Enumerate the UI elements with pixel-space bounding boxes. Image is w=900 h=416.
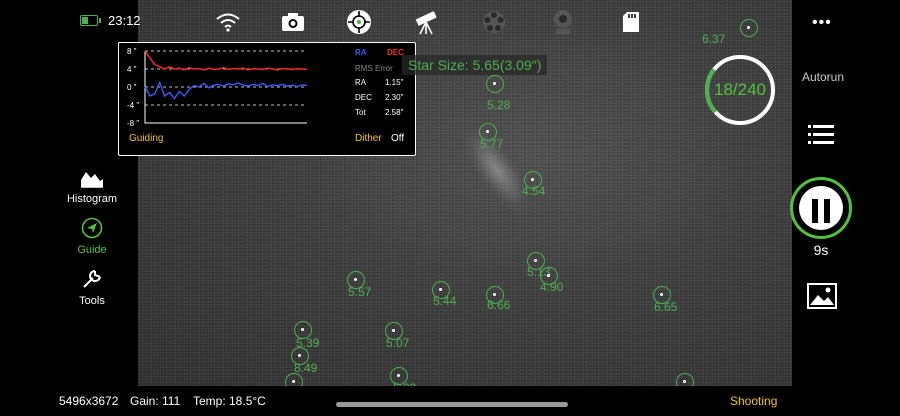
dither-label: Dither [355,133,382,144]
dec-rms-label: DEC [355,93,372,102]
ra-rms-label: RA [355,78,367,87]
star-hfd-label: 6.66 [487,298,511,312]
battery-icon [80,15,101,26]
y-tick-label: -4 " [127,101,139,110]
shooting-status: Shooting [730,394,778,408]
ra-legend: RA [355,48,367,57]
star-hfd-label: 5.57 [348,285,372,299]
pause-bar-right [824,199,830,223]
star-circle [740,19,758,37]
dither-value[interactable]: Off [391,133,404,144]
star-hfd-label: 5.44 [433,294,457,308]
y-tick-label: -8 " [127,119,139,128]
sidebar-item-label: Histogram [66,193,118,205]
info-bar: 5496x3672 Gain: 111 Temp: 18.5°C Shootin… [0,386,900,416]
pause-icon [799,186,843,230]
pause-button[interactable] [790,177,852,239]
ra-series-line [144,80,308,100]
star-hfd-label: 6.65 [654,300,678,314]
countdown: 9s [813,242,829,258]
guide-icon [81,217,103,239]
sequence-list-icon[interactable] [807,123,835,152]
tools-icon [83,270,101,288]
sidebar-item-guide[interactable]: Guide [60,217,124,256]
gallery-icon[interactable] [807,283,837,314]
star-hfd-label: 6.37 [702,32,726,46]
autorun-label[interactable]: Autorun [792,70,854,84]
guiding-status: Guiding [129,133,164,144]
y-tick-label: 0 " [127,83,137,92]
star-hfd-label: 5.07 [386,336,410,350]
ra-rms-value: 1.15" [385,78,404,87]
dec-series-line [144,50,308,71]
home-indicator[interactable] [336,402,568,407]
tot-label: Tot [355,108,366,117]
resolution: 5496x3672 [59,394,119,408]
star-circle [486,75,504,93]
focuser-icon[interactable] [549,8,577,36]
star-hfd-label: 4.54 [522,184,546,198]
tot-value: 2.58" [385,108,404,117]
y-tick-label: 4 " [127,65,137,74]
y-tick-label: 8 " [127,47,137,56]
filter-wheel-icon[interactable] [480,8,508,36]
sidebar-item-tools[interactable]: Tools [60,268,124,307]
camera-icon[interactable] [279,8,307,36]
status-time: 23:12 [108,13,141,28]
frame-counter: 18/240 [714,80,766,99]
target-icon[interactable] [345,8,373,36]
star-hfd-label: 5.77 [480,137,504,151]
star-hfd-label: 4.90 [540,280,564,294]
telescope-icon[interactable] [412,8,440,36]
sidebar-item-histogram[interactable]: Histogram [60,168,124,205]
star-size-readout: Star Size: 5.65(3.09″) [402,55,548,75]
sidebar-item-label: Tools [79,295,105,307]
more-options-icon[interactable]: ••• [812,14,832,32]
sd-card-icon[interactable] [617,8,645,36]
star-hfd-label: 5.28 [487,98,511,112]
pause-bar-left [812,199,818,223]
temperature: Temp: 18.5°C [193,394,266,408]
wifi-icon[interactable] [214,8,242,36]
sidebar-item-label: Guide [77,244,107,256]
dec-rms-value: 2.30" [385,93,404,102]
guiding-graph-panel[interactable]: 8 " 4 " 0 " -4 " -8 " RA DEC RMS Error RA 1.… [118,42,416,156]
histogram-icon [81,172,103,188]
gain: Gain: 111 [130,394,181,408]
rms-title: RMS Error [355,64,393,73]
